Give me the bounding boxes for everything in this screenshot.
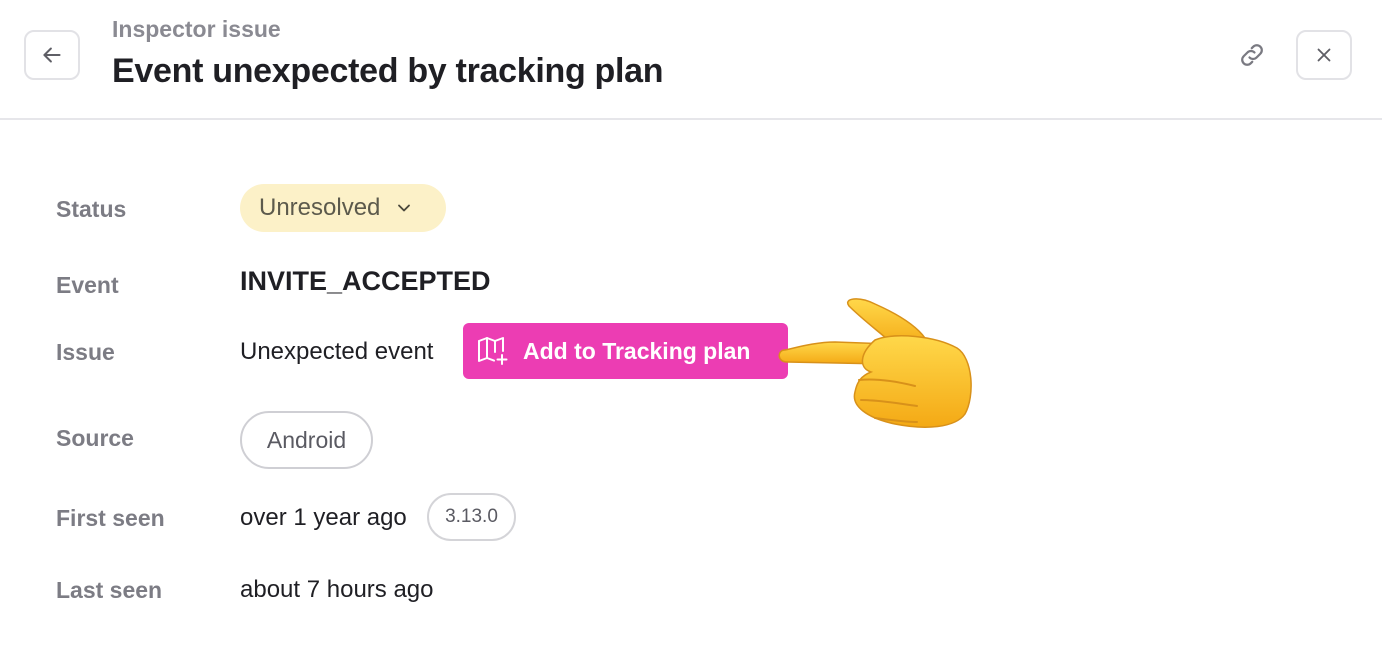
- version-badge: 3.13.0: [427, 493, 516, 541]
- arrow-left-icon: [43, 47, 61, 63]
- version-value: 3.13.0: [445, 506, 498, 527]
- source-value: Android: [266, 426, 347, 453]
- add-to-tracking-plan-label: Add to Tracking plan: [523, 337, 751, 364]
- page-subtitle: Inspector issue: [112, 16, 281, 42]
- page-title: Event unexpected by tracking plan: [112, 52, 664, 90]
- chevron-down-icon: [394, 198, 414, 218]
- map-plus-icon: [478, 337, 508, 365]
- status-value: Unresolved: [259, 194, 381, 221]
- first-seen-label: First seen: [56, 505, 165, 531]
- event-name: INVITE_ACCEPTED: [240, 266, 491, 296]
- event-label: Event: [56, 272, 119, 298]
- close-button[interactable]: [1296, 30, 1352, 80]
- status-dropdown[interactable]: Unresolved: [240, 184, 446, 232]
- copy-link-button[interactable]: [1228, 32, 1276, 78]
- pointing-hand-icon: [778, 298, 972, 428]
- last-seen-value: about 7 hours ago: [240, 576, 434, 603]
- page-header: Inspector issue Event unexpected by trac…: [0, 0, 1382, 120]
- status-label: Status: [56, 196, 127, 222]
- close-icon: [1317, 48, 1331, 62]
- issue-label: Issue: [56, 339, 115, 365]
- source-label: Source: [56, 425, 134, 451]
- back-button[interactable]: [24, 30, 80, 80]
- link-icon: [1241, 44, 1263, 66]
- last-seen-label: Last seen: [56, 577, 163, 603]
- add-to-tracking-plan-button[interactable]: Add to Tracking plan: [463, 323, 788, 379]
- issue-value: Unexpected event: [240, 338, 434, 365]
- source-badge: Android: [240, 411, 373, 469]
- first-seen-value: over 1 year ago: [240, 504, 407, 531]
